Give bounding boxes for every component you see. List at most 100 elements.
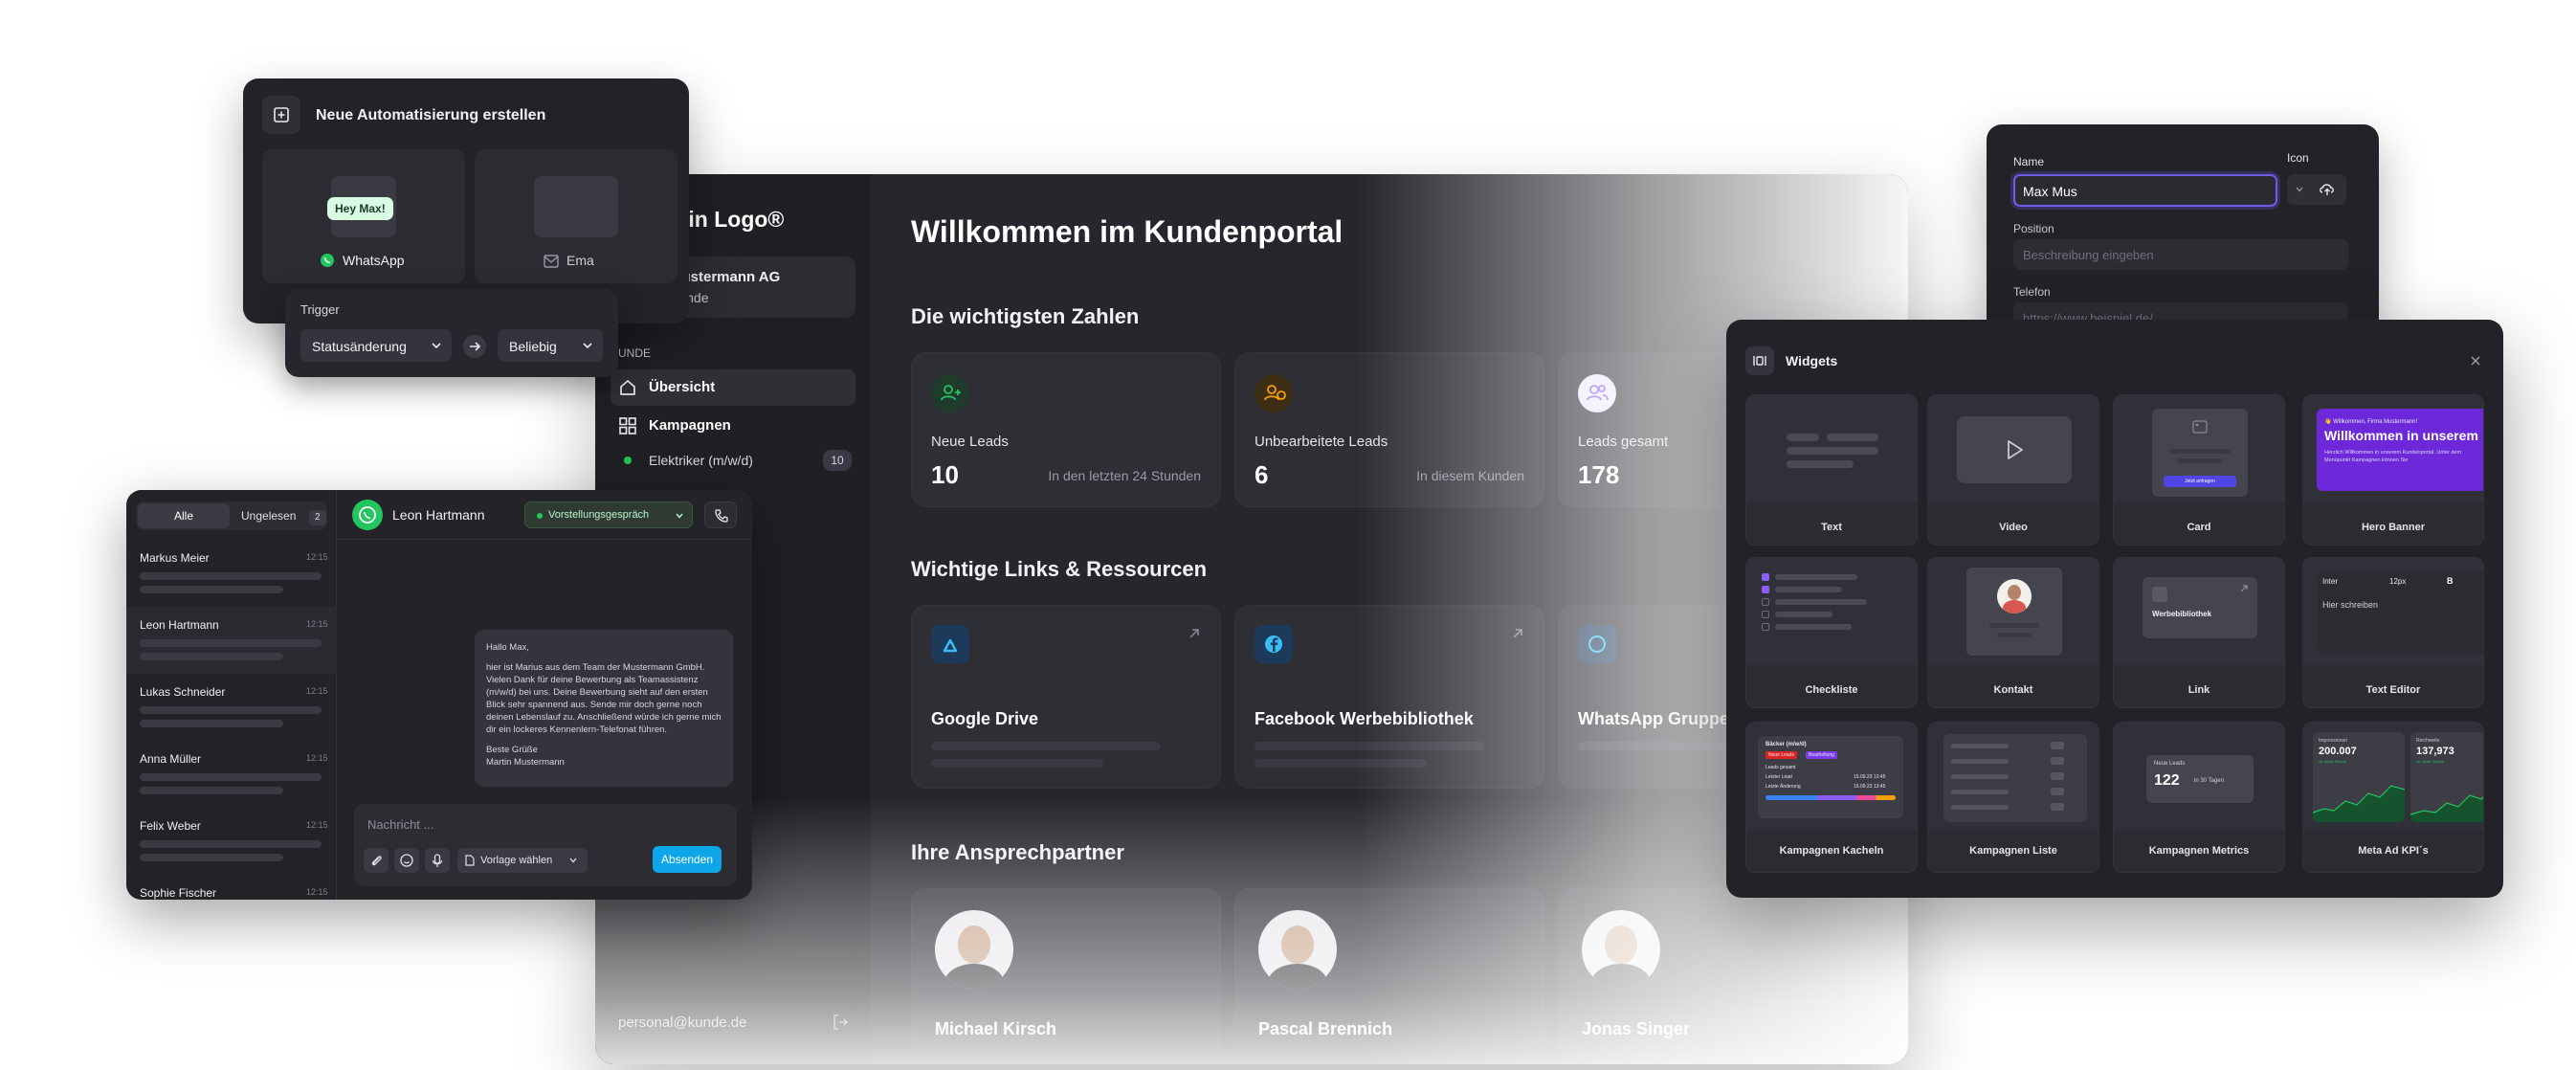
stat-label: Neue Leads xyxy=(931,434,1009,450)
stat-card-unprocessed-leads[interactable]: Unbearbeitete Leads 6 In diesem Kunden xyxy=(1234,352,1544,507)
contact-card[interactable]: Michael Kirsch xyxy=(911,888,1221,1064)
chat-list-item[interactable]: Markus Meier 12:15 xyxy=(126,540,337,607)
whatsapp-icon xyxy=(1578,625,1616,663)
widget-tile-text-editor[interactable]: Inter 12px B Hier schreiben Text Editor xyxy=(2302,557,2484,708)
widget-tile-kontakt[interactable]: Kontakt xyxy=(1927,557,2099,708)
widget-tile-kampagnen-kacheln[interactable]: Bäcker (m/w/d) Neue Leads Bearbeitung Le… xyxy=(1745,722,1918,873)
microphone-icon[interactable] xyxy=(425,848,450,873)
logout-icon[interactable] xyxy=(831,1013,850,1032)
phone-label: Telefon xyxy=(2013,285,2051,299)
trigger-select[interactable]: Statusänderung xyxy=(300,329,452,362)
contact-name: Leon Hartmann xyxy=(140,618,219,632)
hero-title: Willkommen in unserem xyxy=(2324,428,2478,443)
widget-tile-link[interactable]: Werbebibliothek Link xyxy=(2113,557,2285,708)
emoji-icon[interactable] xyxy=(394,848,419,873)
widget-label: Kampagnen Liste xyxy=(1969,845,2057,857)
position-input[interactable]: Beschreibung eingeben xyxy=(2013,239,2348,270)
widget-tile-text[interactable]: Text xyxy=(1745,394,1918,546)
name-input[interactable]: Max Mus xyxy=(2013,174,2277,207)
chat-window: Alle Ungelesen 2 Markus Meier 12:15 Leon H… xyxy=(126,490,752,900)
attach-icon[interactable] xyxy=(364,848,389,873)
template-select[interactable]: Vorlage wählen xyxy=(457,848,588,873)
widget-thumbnail xyxy=(1746,395,1917,502)
message-greeting: Hallo Max, xyxy=(486,642,529,653)
skeleton-line xyxy=(1787,447,1878,455)
size-select: 12px xyxy=(2389,577,2407,586)
status-select[interactable]: Vorstellungsgespräch xyxy=(524,502,693,528)
text-editor-preview: Inter 12px B Hier schreiben xyxy=(2317,571,2483,654)
chat-list-item[interactable]: Lukas Schneider 12:15 xyxy=(126,674,337,741)
channel-option-email[interactable]: Ema xyxy=(475,149,677,283)
chat-list-item[interactable]: Anna Müller 12:15 xyxy=(126,741,337,808)
widget-tile-video[interactable]: Video xyxy=(1927,394,2099,546)
message-time: 12:15 xyxy=(306,552,328,562)
skeleton-line xyxy=(931,742,1161,750)
widget-thumbnail: Werbebibliothek xyxy=(2114,558,2284,665)
widget-label: Kampagnen Kacheln xyxy=(1779,845,1884,857)
chat-list: Alle Ungelesen 2 Markus Meier 12:15 Leon H… xyxy=(126,490,337,900)
contact-card[interactable]: Pascal Brennich xyxy=(1234,888,1544,1064)
link-title: Werbebibliothek xyxy=(2152,610,2212,618)
skeleton-line xyxy=(140,840,322,848)
metric-value: 122 xyxy=(2154,772,2180,789)
tab-unread[interactable]: Ungelesen 2 xyxy=(241,502,326,530)
campaign-metrics-preview: Neue Leads 122 in 30 Tagen xyxy=(2146,755,2254,803)
contact-name: Sophie Fischer xyxy=(140,886,217,900)
position-label: Position xyxy=(2013,222,2054,235)
stat-card-new-leads[interactable]: Neue Leads 10 In den letzten 24 Stunden xyxy=(911,352,1221,507)
widget-thumbnail xyxy=(1928,395,2099,502)
bold-icon: B xyxy=(2447,576,2454,586)
close-icon[interactable] xyxy=(2469,354,2482,368)
icon-picker[interactable] xyxy=(2287,174,2346,205)
chat-list-item[interactable]: Sophie Fischer 12:15 xyxy=(126,875,337,900)
widget-label: Hero Banner xyxy=(2361,522,2426,533)
message-input[interactable]: Nachricht ... xyxy=(367,817,433,832)
contact-name: Markus Meier xyxy=(140,551,210,565)
chat-list-item[interactable]: Felix Weber 12:15 xyxy=(126,808,337,875)
arrow-right-icon xyxy=(463,335,486,358)
message-time: 12:15 xyxy=(306,887,328,897)
links-heading: Wichtige Links & Ressourcen xyxy=(911,557,1208,581)
contact-name: Pascal Brennich xyxy=(1258,1019,1393,1038)
status-label: Vorstellungsgespräch xyxy=(548,509,650,521)
widget-tile-kampagnen-liste[interactable]: Kampagnen Liste xyxy=(1927,722,2099,873)
widget-label: Card xyxy=(2187,522,2211,533)
nav-item-kampagnen[interactable]: Kampagnen xyxy=(611,408,855,444)
send-button[interactable]: Absenden xyxy=(653,846,722,873)
tab-all[interactable]: Alle xyxy=(138,503,230,528)
contact-form-window: Name Icon Max Mus Position Beschreibung … xyxy=(1987,124,2379,335)
widget-label: Video xyxy=(1999,522,2028,533)
nav-subitem-campaign[interactable]: Elektriker (m/w/d) 10 xyxy=(611,446,855,475)
tile-badge: Neue Leads xyxy=(1765,751,1797,759)
widget-tile-card[interactable]: Jetzt anfragen Card xyxy=(2113,394,2285,546)
widget-thumbnail: Impressionen 200.007 vs. letzte Woche Re… xyxy=(2303,723,2483,830)
skeleton-line xyxy=(140,572,322,580)
contact-name: Michael Kirsch xyxy=(935,1019,1057,1038)
metric-label: Neue Leads xyxy=(2154,761,2186,767)
widget-tile-hero-banner[interactable]: 👋 Willkommen, Firma Mustermann! Willkomm… xyxy=(2302,394,2484,546)
widget-tile-meta-ad-kpi-s[interactable]: Impressionen 200.007 vs. letzte Woche Re… xyxy=(2302,722,2484,873)
nav-label: Übersicht xyxy=(649,379,716,395)
user-plus-icon xyxy=(931,374,969,412)
widget-tile-kampagnen-metrics[interactable]: Neue Leads 122 in 30 Tagen Kampagnen Met… xyxy=(2113,722,2285,873)
link-card-google-drive[interactable]: Google Drive xyxy=(911,605,1221,789)
external-link-icon xyxy=(1188,627,1201,640)
document-icon xyxy=(465,855,475,866)
contact-card[interactable]: Jonas Singer xyxy=(1558,888,1868,1064)
home-icon xyxy=(618,378,637,397)
target-select[interactable]: Beliebig xyxy=(498,329,603,362)
chevron-down-icon xyxy=(582,341,593,350)
channel-option-whatsapp[interactable]: Hey Max! WhatsApp xyxy=(262,149,465,283)
skeleton-line xyxy=(2169,449,2231,454)
call-button[interactable] xyxy=(704,502,737,528)
status-dot xyxy=(624,457,632,464)
nav-item-uebersicht[interactable]: Übersicht xyxy=(611,369,855,406)
add-square-icon[interactable] xyxy=(262,96,300,134)
tile-date: 15.09.23 12:45 xyxy=(1854,774,1886,780)
chevron-down-icon xyxy=(568,856,578,865)
chat-list-item[interactable]: Leon Hartmann 12:15 xyxy=(126,607,337,674)
user-clock-icon xyxy=(1255,374,1293,412)
avatar xyxy=(1582,910,1660,989)
link-card-facebook[interactable]: Facebook Werbebibliothek xyxy=(1234,605,1544,789)
widget-tile-checkliste[interactable]: Checkliste xyxy=(1745,557,1918,708)
